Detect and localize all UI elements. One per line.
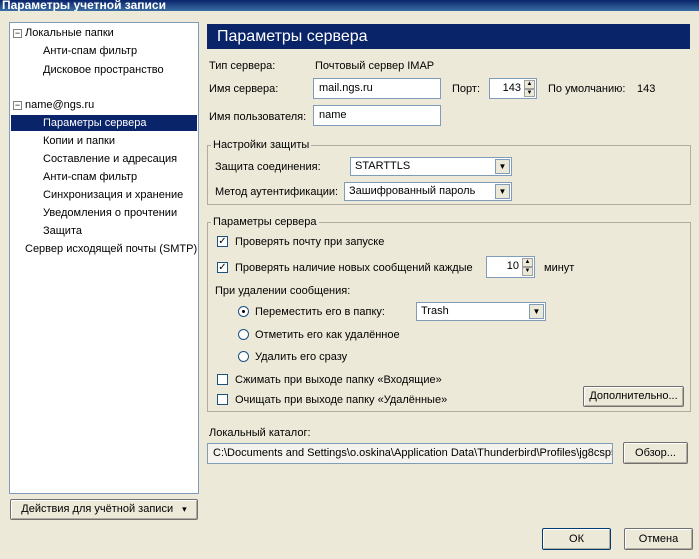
- server-name-input[interactable]: mail.ngs.ru: [313, 78, 441, 99]
- compact-inbox-checkbox[interactable]: [217, 374, 228, 385]
- window-title: Параметры учетной записи: [2, 0, 166, 11]
- username-input[interactable]: name: [313, 105, 441, 126]
- check-every-label: Проверять наличие новых сообщений каждые: [235, 262, 473, 274]
- advanced-button[interactable]: Дополнительно...: [583, 386, 684, 407]
- dropdown-arrow-icon[interactable]: ▼: [495, 159, 510, 174]
- security-group-title: Настройки защиты: [211, 139, 312, 152]
- account-actions-button[interactable]: Действия для учётной записи ▾: [10, 499, 198, 520]
- port-value: 143: [502, 82, 521, 94]
- server-type-value: Почтовый сервер IMAP: [315, 60, 435, 72]
- spin-down-icon[interactable]: ▼: [522, 267, 533, 276]
- tree-item-smtp[interactable]: Сервер исходящей почты (SMTP): [25, 241, 197, 257]
- account-actions-label: Действия для учётной записи: [21, 503, 174, 515]
- mark-deleted-radio[interactable]: [238, 329, 249, 340]
- minutes-label: минут: [544, 262, 575, 274]
- collapse-icon[interactable]: −: [13, 29, 22, 38]
- spin-down-icon[interactable]: ▼: [524, 88, 535, 97]
- cancel-button[interactable]: Отмена: [624, 528, 693, 550]
- tree-item-local-spam[interactable]: Анти-спам фильтр: [43, 43, 137, 59]
- compact-inbox-label: Сжимать при выходе папку «Входящие»: [235, 374, 442, 386]
- spin-up-icon[interactable]: ▲: [524, 80, 535, 89]
- dropdown-arrow-icon[interactable]: ▼: [529, 304, 544, 319]
- check-every-checkbox[interactable]: ✓: [217, 262, 228, 273]
- check-startup-label: Проверять почту при запуске: [235, 236, 385, 248]
- connection-security-label: Защита соединения:: [215, 161, 321, 173]
- check-interval-stepper[interactable]: 10 ▲ ▼: [486, 256, 535, 278]
- tree-item-account[interactable]: name@ngs.ru: [25, 97, 94, 113]
- tree-item-local-folders[interactable]: Локальные папки: [25, 25, 114, 41]
- delete-now-radio[interactable]: [238, 351, 249, 362]
- delete-now-label: Удалить его сразу: [255, 351, 348, 363]
- mark-deleted-label: Отметить его как удалённое: [255, 329, 400, 341]
- empty-trash-label: Очищать при выходе папку «Удалённые»: [235, 394, 448, 406]
- dropdown-arrow-icon: ▾: [182, 504, 187, 514]
- port-label: Порт:: [452, 83, 480, 95]
- check-interval-value: 10: [506, 260, 519, 272]
- dropdown-arrow-icon[interactable]: ▼: [495, 184, 510, 199]
- auth-method-label: Метод аутентификации:: [215, 186, 339, 198]
- tree-item-sync-storage[interactable]: Синхронизация и хранение: [43, 187, 183, 203]
- tree-item-disk-space[interactable]: Дисковое пространство: [43, 62, 164, 78]
- port-spin-buttons[interactable]: ▲ ▼: [524, 80, 535, 97]
- default-port-label: По умолчанию:: [548, 83, 626, 95]
- local-dir-input[interactable]: C:\Documents and Settings\o.oskina\Appli…: [207, 443, 613, 464]
- check-startup-checkbox[interactable]: ✓: [217, 236, 228, 247]
- tree-item-copies-folders[interactable]: Копии и папки: [43, 133, 115, 149]
- browse-button[interactable]: Обзор...: [623, 442, 688, 464]
- empty-trash-checkbox[interactable]: [217, 394, 228, 405]
- collapse-icon[interactable]: −: [13, 101, 22, 110]
- tree-item-server-settings[interactable]: Параметры сервера: [11, 115, 197, 131]
- tree-item-account-spam[interactable]: Анти-спам фильтр: [43, 169, 137, 185]
- server-type-label: Тип сервера:: [209, 60, 276, 72]
- tree-item-composition[interactable]: Составление и адресация: [43, 151, 177, 167]
- interval-spin-buttons[interactable]: ▲ ▼: [522, 258, 533, 276]
- move-to-folder-label: Переместить его в папку:: [255, 306, 385, 318]
- auth-method-select[interactable]: Зашифрованный пароль ▼: [344, 182, 512, 201]
- window-title-bar: Параметры учетной записи: [0, 0, 699, 11]
- ok-button[interactable]: ОК: [542, 528, 611, 550]
- server-name-label: Имя сервера:: [209, 83, 279, 95]
- connection-security-select[interactable]: STARTTLS ▼: [350, 157, 512, 176]
- port-stepper[interactable]: 143 ▲ ▼: [489, 78, 537, 99]
- settings-group-title: Параметры сервера: [211, 216, 319, 229]
- spin-up-icon[interactable]: ▲: [522, 258, 533, 267]
- account-tree[interactable]: − Локальные папки Анти-спам фильтр Диско…: [9, 22, 199, 494]
- default-port-value: 143: [637, 83, 656, 95]
- username-label: Имя пользователя:: [209, 111, 307, 123]
- local-dir-label: Локальный каталог:: [209, 427, 311, 439]
- tree-item-security[interactable]: Защита: [43, 223, 82, 239]
- trash-folder-select[interactable]: Trash ▼: [416, 302, 546, 321]
- tree-item-receipts[interactable]: Уведомления о прочтении: [43, 205, 177, 221]
- move-to-folder-radio[interactable]: [238, 306, 249, 317]
- on-delete-label: При удалении сообщения:: [215, 285, 351, 297]
- page-title: Параметры сервера: [207, 24, 690, 49]
